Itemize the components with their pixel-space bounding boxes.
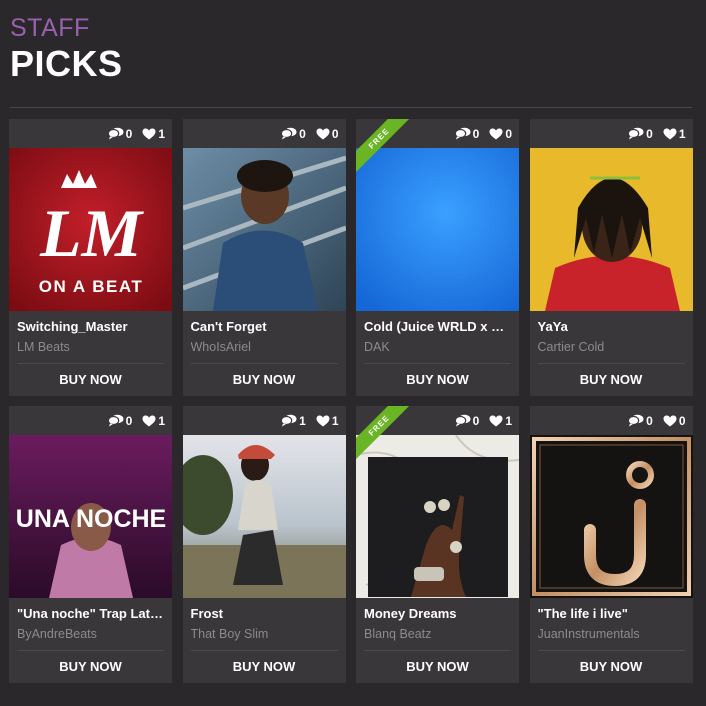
card-stats: 0 1 — [9, 119, 172, 148]
like-count[interactable]: 1 — [142, 127, 165, 141]
buy-now-button[interactable]: BUY NOW — [183, 659, 346, 674]
heart-icon — [316, 415, 330, 427]
card-stats: 0 0 — [530, 406, 693, 435]
like-count[interactable]: 0 — [489, 127, 512, 141]
card-divider — [17, 650, 164, 651]
cover-logo-text: UNA NOCHE — [16, 505, 166, 533]
beat-title[interactable]: Cold (Juice WRLD x Lil ... — [364, 319, 511, 335]
like-count[interactable]: 1 — [316, 414, 339, 428]
comment-count[interactable]: 1 — [281, 414, 306, 428]
comment-icon — [454, 414, 471, 427]
beat-title[interactable]: YaYa — [538, 319, 685, 335]
buy-now-button[interactable]: BUY NOW — [183, 372, 346, 387]
comment-icon — [281, 414, 297, 427]
section-eyebrow: STAFF — [10, 14, 90, 42]
buy-now-button[interactable]: BUY NOW — [356, 372, 519, 387]
card-stats: 0 1 — [356, 406, 519, 435]
card-divider — [364, 650, 511, 651]
heart-icon — [142, 128, 156, 140]
cover-art[interactable]: LM ON A BEAT — [9, 148, 172, 311]
cover-art[interactable]: UNA NOCHE — [9, 435, 172, 598]
beat-artist[interactable]: ByAndreBeats — [17, 627, 164, 642]
cover-art[interactable] — [182, 148, 346, 311]
beat-card: 0 1 LM ON A BEAT Switching_Master LM Bea… — [9, 119, 172, 396]
buy-now-button[interactable]: BUY NOW — [9, 659, 172, 674]
card-stats: 0 0 — [183, 119, 346, 148]
cover-art[interactable] — [529, 148, 693, 311]
comment-count[interactable]: 0 — [107, 414, 132, 428]
like-count[interactable]: 1 — [663, 127, 686, 141]
card-stats: 0 0 — [356, 119, 519, 148]
comment-icon — [454, 127, 471, 140]
heart-icon — [489, 128, 503, 140]
heart-icon — [663, 128, 677, 140]
section-header: STAFF PICKS — [10, 14, 123, 84]
beat-card: 0 1 UNA NOCHE "Una noche" Trap Lati... B… — [9, 406, 172, 683]
buy-now-button[interactable]: BUY NOW — [530, 372, 693, 387]
comment-count[interactable]: 0 — [628, 127, 653, 141]
beat-title[interactable]: Frost — [191, 606, 338, 622]
like-count[interactable]: 0 — [316, 127, 339, 141]
comment-icon — [107, 414, 124, 427]
beat-card: FREE 0 1 Money Dreams Blanq Beatz BUY NO… — [356, 406, 519, 683]
cover-logo-text: LM — [39, 195, 145, 271]
beat-artist[interactable]: That Boy Slim — [191, 627, 338, 642]
comment-icon — [628, 127, 644, 140]
like-count[interactable]: 1 — [142, 414, 165, 428]
staff-picks-grid: 0 1 LM ON A BEAT Switching_Master LM Bea… — [9, 119, 693, 683]
like-count[interactable]: 0 — [663, 414, 686, 428]
beat-artist[interactable]: Cartier Cold — [538, 340, 685, 355]
card-divider — [190, 650, 338, 651]
beat-artist[interactable]: DAK — [364, 340, 511, 355]
cover-art[interactable] — [356, 148, 519, 311]
comment-icon — [628, 414, 644, 427]
cover-art[interactable] — [529, 435, 693, 598]
beat-title[interactable]: Money Dreams — [364, 606, 511, 622]
card-divider — [364, 363, 511, 364]
beat-card: 0 1 YaYa Cartier Cold BUY NOW — [529, 119, 693, 396]
beat-artist[interactable]: JuanInstrumentals — [538, 627, 685, 642]
comment-count[interactable]: 0 — [281, 127, 306, 141]
comment-count[interactable]: 0 — [107, 127, 132, 141]
comment-icon — [107, 127, 124, 140]
cover-sub-text: ON A BEAT — [39, 277, 143, 296]
comment-count[interactable]: 0 — [454, 127, 479, 141]
beat-title[interactable]: "The life i live" — [538, 606, 685, 622]
comment-count[interactable]: 0 — [454, 414, 479, 428]
heart-icon — [663, 415, 677, 427]
card-stats: 0 1 — [9, 406, 172, 435]
beat-artist[interactable]: Blanq Beatz — [364, 627, 511, 642]
comment-count[interactable]: 0 — [628, 414, 653, 428]
card-divider — [537, 363, 685, 364]
card-divider — [537, 650, 685, 651]
beat-artist[interactable]: WhoIsAriel — [191, 340, 338, 355]
like-count[interactable]: 1 — [489, 414, 512, 428]
beat-card: 1 1 Frost That Boy Slim BUY NOW — [182, 406, 346, 683]
buy-now-button[interactable]: BUY NOW — [356, 659, 519, 674]
beat-card: FREE 0 0 Cold (Juice WRLD x Lil ... DAK … — [356, 119, 519, 396]
beat-artist[interactable]: LM Beats — [17, 340, 164, 355]
card-divider — [17, 363, 164, 364]
heart-icon — [142, 415, 156, 427]
cover-art[interactable] — [356, 435, 519, 598]
comment-icon — [281, 127, 297, 140]
section-title: PICKS — [10, 43, 123, 84]
heart-icon — [316, 128, 330, 140]
beat-title[interactable]: "Una noche" Trap Lati... — [17, 606, 164, 622]
beat-card: 0 0 "The life i live" JuanInstrumentals — [529, 406, 693, 683]
heart-icon — [489, 415, 503, 427]
cover-art[interactable] — [182, 435, 346, 598]
buy-now-button[interactable]: BUY NOW — [530, 659, 693, 674]
beat-title[interactable]: Can't Forget — [191, 319, 338, 335]
beat-title[interactable]: Switching_Master — [17, 319, 164, 335]
card-stats: 1 1 — [183, 406, 346, 435]
card-divider — [190, 363, 338, 364]
card-stats: 0 1 — [530, 119, 693, 148]
buy-now-button[interactable]: BUY NOW — [9, 372, 172, 387]
header-divider — [10, 107, 692, 108]
beat-card: 0 0 Can't Forget WhoIsAriel BUY NOW — [182, 119, 346, 396]
